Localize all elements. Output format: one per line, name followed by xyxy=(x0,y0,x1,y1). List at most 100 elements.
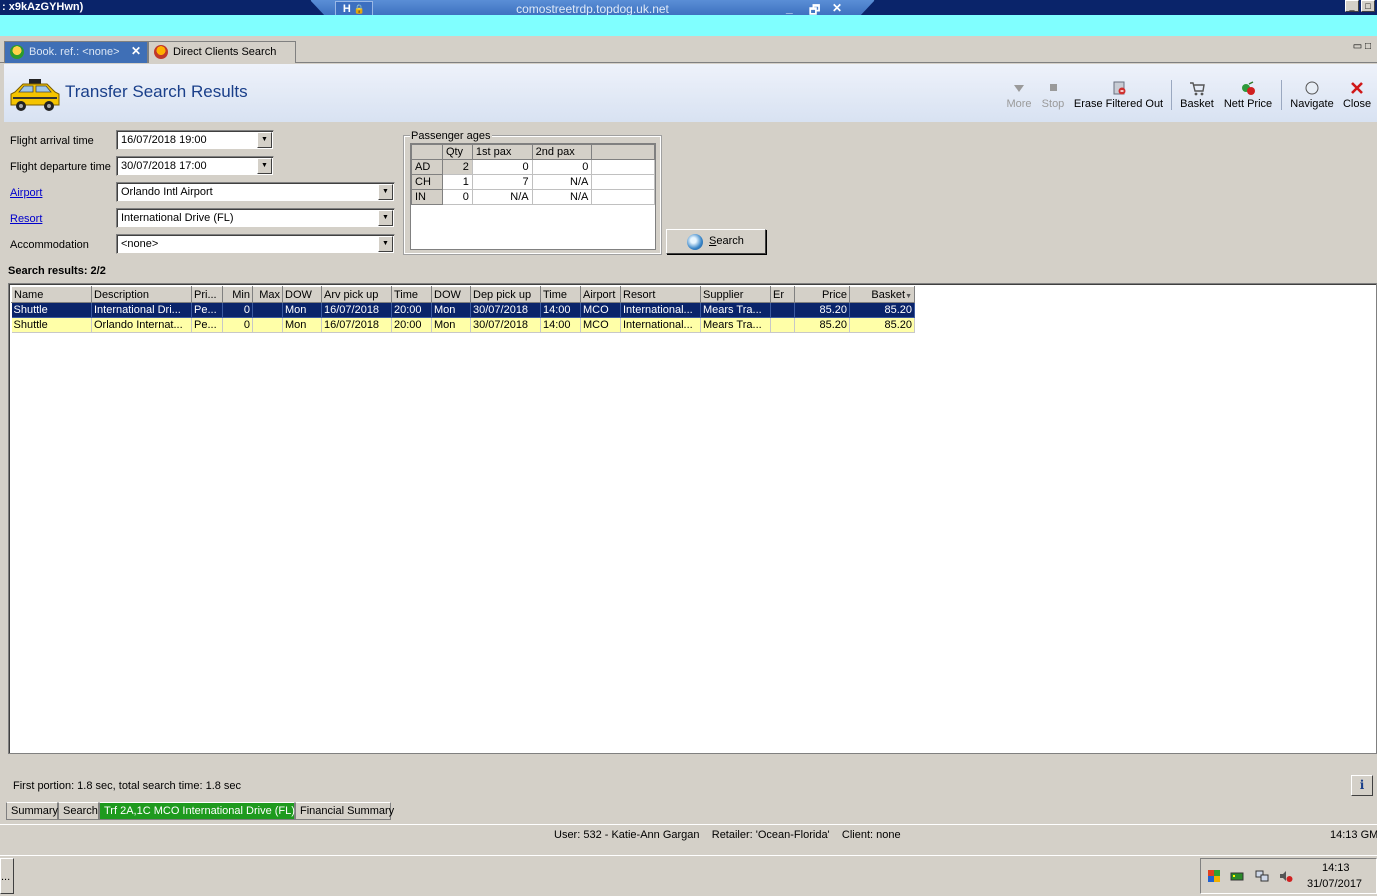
table-row[interactable]: Shuttle International Dri... Pe... 0 Mon 16/0… xyxy=(11,302,915,318)
erase-filtered-out-button[interactable]: Erase Filtered Out xyxy=(1073,80,1164,110)
close-button[interactable]: Close xyxy=(1342,80,1372,110)
column-header[interactable]: Resort xyxy=(620,286,701,303)
tab-financial-summary[interactable]: Financial Summary xyxy=(295,802,394,820)
toolbar-separator xyxy=(1281,80,1282,110)
chevron-down-icon[interactable]: ▼ xyxy=(378,236,393,252)
basket-icon xyxy=(1190,82,1205,96)
erase-filtered-out-label: Erase Filtered Out xyxy=(1073,98,1164,110)
clock-date[interactable]: 31/07/2017 xyxy=(1307,878,1362,890)
pax-first-cell[interactable]: 0 xyxy=(471,159,533,175)
navigate-button[interactable]: Navigate xyxy=(1288,80,1336,110)
flight-departure-picker[interactable]: 30/07/2018 17:00 ▼ xyxy=(116,156,274,176)
maximize-button[interactable]: □ xyxy=(1361,0,1375,12)
column-header[interactable]: Pri... xyxy=(191,286,223,303)
rdp-minimize-button[interactable]: _ xyxy=(786,1,793,15)
info-button[interactable]: i xyxy=(1351,775,1373,796)
tab-direct-clients-search[interactable]: Direct Clients Search xyxy=(148,41,296,63)
table-cell: Mon xyxy=(282,317,322,333)
search-button[interactable]: Search xyxy=(666,229,766,254)
network-card-icon[interactable] xyxy=(1230,869,1244,883)
column-header[interactable]: Name xyxy=(11,286,92,303)
airport-select[interactable]: Orlando Intl Airport ▼ xyxy=(116,182,395,202)
basket-button[interactable]: Basket xyxy=(1179,80,1215,110)
resort-select[interactable]: International Drive (FL) ▼ xyxy=(116,208,395,228)
network-icon[interactable] xyxy=(1255,869,1269,883)
stop-label: Stop xyxy=(1041,98,1065,110)
window-controls: _ □ xyxy=(1343,0,1375,14)
chevron-down-icon[interactable]: ▼ xyxy=(257,158,272,174)
table-cell: Shuttle xyxy=(11,317,92,333)
column-header[interactable]: Time xyxy=(540,286,581,303)
volume-muted-icon[interactable] xyxy=(1279,869,1293,883)
chevron-down-icon[interactable]: ▼ xyxy=(378,184,393,200)
clock-time[interactable]: 14:13 xyxy=(1322,862,1350,874)
close-icon xyxy=(1351,82,1363,94)
stop-button[interactable]: Stop xyxy=(1040,80,1066,110)
column-header[interactable]: Min xyxy=(222,286,253,303)
basket-label: Basket xyxy=(1180,98,1214,110)
table-cell: 0 xyxy=(222,302,253,318)
minimize-button[interactable]: _ xyxy=(1345,0,1359,12)
resort-link[interactable]: Resort xyxy=(10,212,42,226)
clients-icon xyxy=(154,45,168,59)
chevron-down-icon[interactable]: ▼ xyxy=(378,210,393,226)
column-header[interactable]: Supplier xyxy=(700,286,771,303)
pax-first-cell[interactable]: 7 xyxy=(471,174,533,190)
pax-second-cell[interactable]: N/A xyxy=(531,189,593,205)
more-arrow-icon xyxy=(1014,85,1024,92)
window-title: : x9kAzGYHwn) xyxy=(2,1,84,13)
pax-header-qty: Qty xyxy=(441,144,473,160)
more-label: More xyxy=(1006,98,1032,110)
flight-arrival-label: Flight arrival time xyxy=(10,135,94,147)
pax-qty-cell[interactable]: 2 xyxy=(441,159,473,175)
column-header-label: Basket xyxy=(871,288,906,301)
column-header[interactable]: Price xyxy=(794,286,850,303)
accommodation-select[interactable]: <none> ▼ xyxy=(116,234,395,254)
accommodation-value: <none> xyxy=(121,238,159,250)
nett-price-button[interactable]: Nett Price xyxy=(1222,80,1274,110)
chevron-down-icon[interactable]: ▼ xyxy=(257,132,272,148)
column-header[interactable]: Time xyxy=(391,286,432,303)
tab-book-ref[interactable]: Book. ref.: <none> ✕ xyxy=(4,41,148,63)
tab-close-icon[interactable]: ✕ xyxy=(131,43,141,60)
table-cell xyxy=(770,302,795,318)
pax-second-cell[interactable]: 0 xyxy=(531,159,593,175)
rdp-close-button[interactable]: ✕ xyxy=(832,1,842,15)
antivirus-icon[interactable] xyxy=(1207,869,1221,883)
column-header[interactable]: DOW xyxy=(431,286,471,303)
table-cell: Mon xyxy=(282,302,322,318)
pax-first-cell[interactable]: N/A xyxy=(471,189,533,205)
tab-area-restore-icon[interactable]: ▭ □ xyxy=(1353,41,1371,52)
column-header-sorted[interactable]: Basket▼ xyxy=(849,286,915,303)
tab-direct-clients-label: Direct Clients Search xyxy=(173,46,277,58)
pax-second-cell[interactable]: N/A xyxy=(531,174,593,190)
column-header[interactable]: Er xyxy=(770,286,795,303)
sort-down-icon: ▼ xyxy=(905,292,912,300)
tab-search[interactable]: Search xyxy=(58,802,99,820)
close-label: Close xyxy=(1342,98,1372,110)
airport-link[interactable]: Airport xyxy=(10,186,42,200)
flight-arrival-picker[interactable]: 16/07/2018 19:00 ▼ xyxy=(116,130,274,150)
column-header[interactable]: Dep pick up xyxy=(470,286,541,303)
column-header[interactable]: Max xyxy=(252,286,283,303)
palm-tree-icon xyxy=(10,45,24,59)
pax-qty-cell[interactable]: 1 xyxy=(441,174,473,190)
table-cell: 0 xyxy=(222,317,253,333)
column-header[interactable]: Description xyxy=(91,286,192,303)
pax-qty-cell[interactable]: 0 xyxy=(441,189,473,205)
page-title: Transfer Search Results xyxy=(65,82,248,101)
flight-departure-label: Flight departure time xyxy=(10,161,111,173)
table-cell: 16/07/2018 xyxy=(321,302,392,318)
stop-icon xyxy=(1050,84,1057,91)
more-button[interactable]: More xyxy=(1005,80,1033,110)
column-header[interactable]: Arv pick up xyxy=(321,286,392,303)
pax-blank-cell xyxy=(591,159,655,175)
tab-transfer-result[interactable]: Trf 2A,1C MCO International Drive (FL) xyxy=(99,802,295,820)
table-row[interactable]: Shuttle Orlando Internat... Pe... 0 Mon 16/07… xyxy=(11,317,915,333)
column-header[interactable]: DOW xyxy=(282,286,322,303)
table-cell: Pe... xyxy=(191,302,223,318)
column-header[interactable]: Airport xyxy=(580,286,621,303)
tab-summary[interactable]: Summary xyxy=(6,802,58,820)
status-user-info: User: 532 - Katie-Ann Gargan Retailer: '… xyxy=(554,829,901,841)
taskbar-button[interactable]: ... xyxy=(0,858,14,894)
